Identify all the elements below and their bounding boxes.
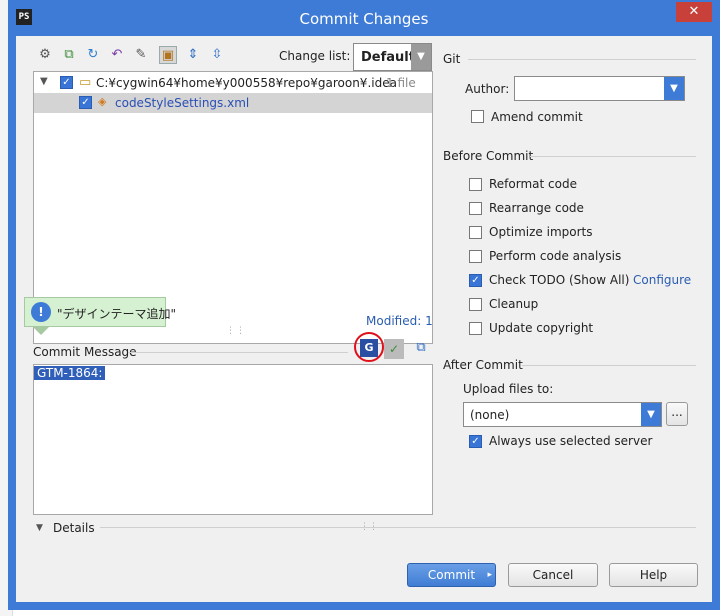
reformat-code-checkbox[interactable] — [469, 178, 482, 191]
git-section-label: Git — [443, 52, 461, 66]
update-copyright-label: Update copyright — [489, 321, 594, 335]
xml-file-icon: ◈ — [98, 95, 107, 108]
chevron-down-icon: ▼ — [641, 403, 661, 426]
collapse-all-icon[interactable]: ⇳ — [208, 46, 226, 64]
dialog-content: ⚙ ⧉ ↻ ↶ ✎ ▣ ⇕ ⇳ Change list: Default ▼ ▼… — [16, 36, 712, 602]
chevron-down-icon: ▼ — [411, 44, 431, 70]
always-use-server-label: Always use selected server — [489, 434, 653, 448]
optimize-imports-checkbox[interactable] — [469, 226, 482, 239]
directory-checkbox[interactable]: ✓ — [60, 76, 73, 89]
author-combobox[interactable]: ▼ — [514, 76, 685, 101]
browse-servers-button[interactable]: ... — [666, 402, 688, 426]
reformat-code-label: Reformat code — [489, 177, 577, 191]
configure-link[interactable]: Configure — [633, 273, 691, 287]
balloon-message: "デザインテーマ追加" — [57, 307, 177, 321]
upload-server-dropdown[interactable]: (none) ▼ — [463, 402, 662, 427]
after-commit-section-label: After Commit — [443, 358, 523, 372]
upload-server-value: (none) — [470, 408, 510, 422]
optimize-imports-label: Optimize imports — [489, 225, 593, 239]
rollback-icon[interactable]: ↶ — [108, 46, 126, 64]
perform-code-analysis-label: Perform code analysis — [489, 249, 622, 263]
update-copyright-checkbox[interactable] — [469, 322, 482, 335]
help-button[interactable]: Help — [609, 563, 698, 587]
rearrange-code-checkbox[interactable] — [469, 202, 482, 215]
commit-dialog-window: PS Commit Changes ✕ ⚙ ⧉ ↻ ↶ ✎ ▣ ⇕ ⇳ Chan… — [8, 0, 720, 610]
notification-balloon: ! "デザインテーマ追加" — [24, 297, 176, 327]
chevron-down-icon[interactable]: ▸ — [487, 564, 492, 586]
details-separator — [100, 527, 696, 528]
before-commit-section-label: Before Commit — [443, 149, 534, 163]
perform-code-analysis-checkbox[interactable] — [469, 250, 482, 263]
check-todo-checkbox[interactable]: ✓ — [469, 274, 482, 287]
changelist-value: Default — [361, 50, 415, 65]
red-circle-annotation — [354, 332, 384, 362]
splitter-handle[interactable]: ⋮⋮ — [226, 326, 246, 336]
commit-message-separator — [128, 352, 348, 353]
expand-all-icon[interactable]: ⇕ — [184, 46, 202, 64]
modified-count: Modified: 1 — [366, 314, 433, 328]
directory-file-count: 1 file — [386, 76, 416, 90]
close-window-button[interactable]: ✕ — [676, 2, 712, 22]
cleanup-checkbox[interactable] — [469, 298, 482, 311]
details-label[interactable]: Details — [53, 521, 95, 535]
show-diff-icon[interactable]: ⚙ — [36, 46, 54, 64]
commit-message-text: GTM-1864: — [34, 366, 106, 380]
file-checkbox[interactable]: ✓ — [79, 96, 92, 109]
amend-commit-checkbox[interactable] — [471, 110, 484, 123]
commit-message-label: Commit Message — [33, 345, 137, 359]
git-separator — [468, 59, 696, 60]
cancel-button[interactable]: Cancel — [508, 563, 598, 587]
changelist-dropdown[interactable]: Default ▼ — [353, 43, 432, 71]
tree-row-file[interactable]: ✓ ◈ codeStyleSettings.xml — [34, 93, 432, 113]
check-todo-label: Check TODO (Show All) — [489, 273, 630, 287]
edit-source-icon[interactable]: ✎ — [132, 46, 150, 64]
expand-triangle-icon[interactable]: ▼ — [40, 76, 48, 87]
group-by-directory-icon[interactable]: ▣ — [159, 46, 177, 64]
commit-message-textarea[interactable]: GTM-1864: — [33, 364, 433, 515]
spellcheck-icon[interactable]: ✓ — [384, 339, 404, 359]
window-title: Commit Changes — [299, 10, 429, 28]
info-icon: ! — [31, 302, 51, 322]
after-commit-separator — [522, 365, 696, 366]
chevron-down-icon[interactable]: ▼ — [664, 77, 684, 100]
close-icon: ✕ — [688, 4, 700, 19]
move-to-changelist-icon[interactable]: ⧉ — [60, 46, 78, 64]
before-commit-separator — [530, 156, 696, 157]
details-toggle-icon[interactable]: ▼ — [36, 523, 43, 533]
upload-files-label: Upload files to: — [463, 382, 554, 396]
balloon-pointer — [33, 327, 49, 335]
cleanup-label: Cleanup — [489, 297, 539, 311]
directory-path: C:¥cygwin64¥home¥y000558¥repo¥garoon¥.id… — [96, 76, 397, 90]
details-splitter-handle[interactable]: ⋮⋮ — [360, 522, 378, 532]
folder-icon: ▭ — [79, 75, 92, 90]
always-use-server-checkbox[interactable]: ✓ — [469, 435, 482, 448]
changelist-label: Change list: — [279, 49, 351, 63]
commit-button-label: Commit — [427, 568, 476, 582]
rearrange-code-label: Rearrange code — [489, 201, 584, 215]
tree-row-directory[interactable]: ▼ ✓ ▭ C:¥cygwin64¥home¥y000558¥repo¥garo… — [34, 73, 432, 93]
author-label: Author: — [465, 82, 510, 96]
title-bar: PS Commit Changes ✕ — [8, 0, 720, 36]
file-name: codeStyleSettings.xml — [115, 96, 250, 110]
commit-message-history-icon[interactable]: ⧉ — [412, 339, 430, 357]
amend-commit-label: Amend commit — [491, 110, 583, 124]
refresh-icon[interactable]: ↻ — [84, 46, 102, 64]
commit-button[interactable]: Commit ▸ — [407, 563, 496, 587]
